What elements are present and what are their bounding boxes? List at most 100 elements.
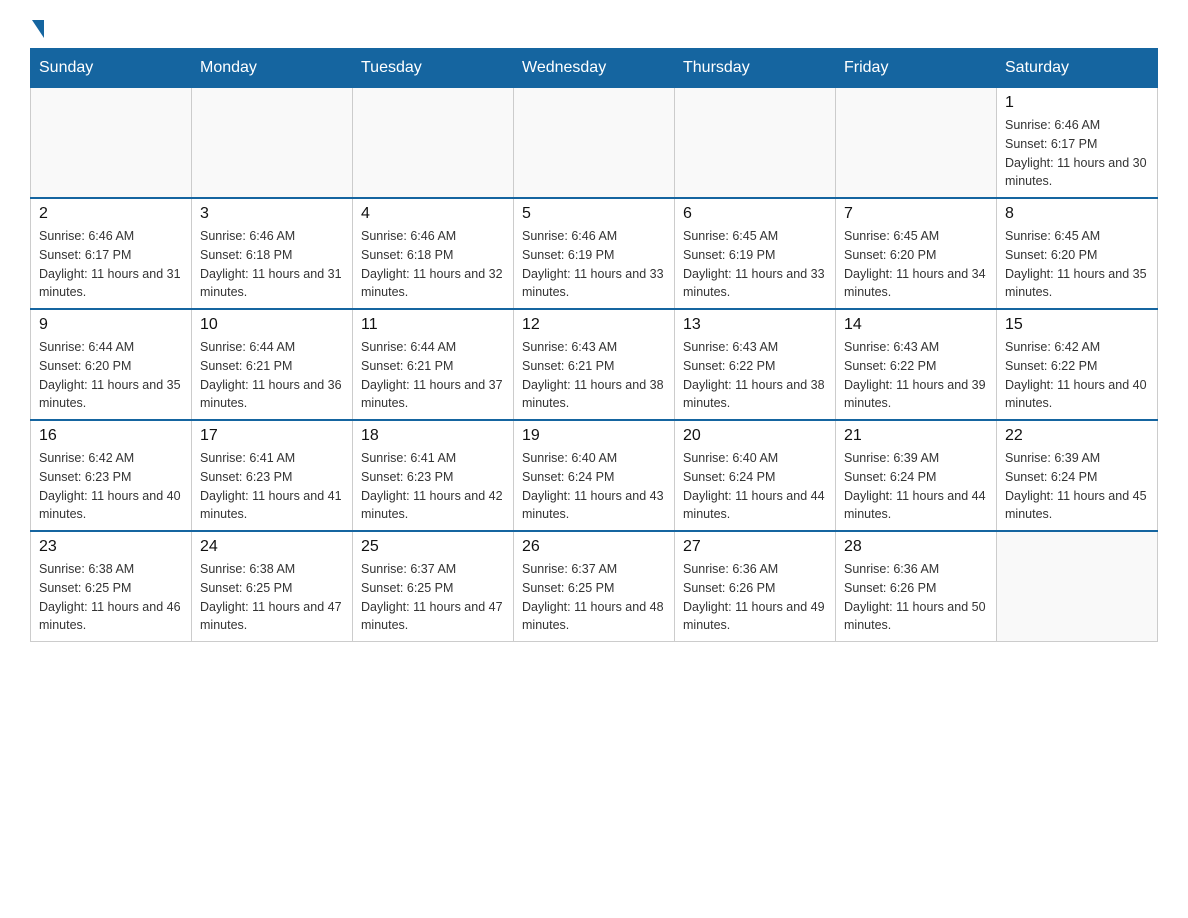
calendar-cell: 13Sunrise: 6:43 AM Sunset: 6:22 PM Dayli… <box>675 309 836 420</box>
calendar-cell: 20 Sunrise: 6:40 AM Sunset: 6:24 PM Dayli… <box>675 420 836 531</box>
day-info: Sunrise: 6:44 AM Sunset: 6:20 PM Dayligh… <box>39 338 183 413</box>
day-info: Sunrise: 6:36 AM Sunset: 6:26 PM Dayligh… <box>683 560 827 635</box>
day-number: 25 <box>361 538 505 556</box>
day-number: 15 <box>1005 316 1149 334</box>
weekday-header-saturday: Saturday <box>997 49 1158 88</box>
calendar-cell: 18 Sunrise: 6:41 AM Sunset: 6:23 PM Dayli… <box>353 420 514 531</box>
day-info: Sunrise: 6:46 AM Sunset: 6:17 PM Dayligh… <box>39 227 183 302</box>
calendar-cell: 28Sunrise: 6:36 AM Sunset: 6:26 PM Dayli… <box>836 531 997 642</box>
logo-arrow-icon <box>32 20 44 38</box>
day-number: 7 <box>844 205 988 223</box>
calendar-cell: 21Sunrise: 6:39 AM Sunset: 6:24 PM Dayli… <box>836 420 997 531</box>
day-info: Sunrise: 6:37 AM Sunset: 6:25 PM Dayligh… <box>361 560 505 635</box>
day-number: 19 <box>522 427 666 445</box>
calendar-cell: 14 Sunrise: 6:43 AM Sunset: 6:22 PM Dayli… <box>836 309 997 420</box>
day-info: Sunrise: 6:43 AM Sunset: 6:21 PM Dayligh… <box>522 338 666 413</box>
calendar-cell <box>997 531 1158 642</box>
day-info: Sunrise: 6:42 AM Sunset: 6:23 PM Dayligh… <box>39 449 183 524</box>
calendar-cell: 12 Sunrise: 6:43 AM Sunset: 6:21 PM Dayli… <box>514 309 675 420</box>
weekday-header-tuesday: Tuesday <box>353 49 514 88</box>
day-info: Sunrise: 6:46 AM Sunset: 6:18 PM Dayligh… <box>200 227 344 302</box>
day-number: 23 <box>39 538 183 556</box>
weekday-header-thursday: Thursday <box>675 49 836 88</box>
calendar-week-row-5: 23 Sunrise: 6:38 AM Sunset: 6:25 PM Dayli… <box>31 531 1158 642</box>
calendar-cell: 9 Sunrise: 6:44 AM Sunset: 6:20 PM Daylig… <box>31 309 192 420</box>
calendar-cell <box>31 88 192 199</box>
day-number: 16 <box>39 427 183 445</box>
day-info: Sunrise: 6:46 AM Sunset: 6:18 PM Dayligh… <box>361 227 505 302</box>
day-info: Sunrise: 6:43 AM Sunset: 6:22 PM Dayligh… <box>844 338 988 413</box>
day-number: 26 <box>522 538 666 556</box>
day-number: 28 <box>844 538 988 556</box>
calendar-cell: 4 Sunrise: 6:46 AM Sunset: 6:18 PM Daylig… <box>353 198 514 309</box>
day-number: 20 <box>683 427 827 445</box>
day-info: Sunrise: 6:38 AM Sunset: 6:25 PM Dayligh… <box>39 560 183 635</box>
day-number: 3 <box>200 205 344 223</box>
calendar-cell: 5 Sunrise: 6:46 AM Sunset: 6:19 PM Daylig… <box>514 198 675 309</box>
calendar-cell: 24 Sunrise: 6:38 AM Sunset: 6:25 PM Dayli… <box>192 531 353 642</box>
calendar-cell <box>675 88 836 199</box>
day-number: 6 <box>683 205 827 223</box>
day-number: 14 <box>844 316 988 334</box>
calendar-cell: 1Sunrise: 6:46 AM Sunset: 6:17 PM Daylig… <box>997 88 1158 199</box>
day-info: Sunrise: 6:40 AM Sunset: 6:24 PM Dayligh… <box>683 449 827 524</box>
day-info: Sunrise: 6:45 AM Sunset: 6:20 PM Dayligh… <box>1005 227 1149 302</box>
calendar-cell: 2 Sunrise: 6:46 AM Sunset: 6:17 PM Daylig… <box>31 198 192 309</box>
day-info: Sunrise: 6:46 AM Sunset: 6:19 PM Dayligh… <box>522 227 666 302</box>
day-info: Sunrise: 6:41 AM Sunset: 6:23 PM Dayligh… <box>200 449 344 524</box>
calendar-week-row-3: 9 Sunrise: 6:44 AM Sunset: 6:20 PM Daylig… <box>31 309 1158 420</box>
calendar-cell <box>836 88 997 199</box>
day-info: Sunrise: 6:42 AM Sunset: 6:22 PM Dayligh… <box>1005 338 1149 413</box>
calendar-cell: 8 Sunrise: 6:45 AM Sunset: 6:20 PM Daylig… <box>997 198 1158 309</box>
day-number: 4 <box>361 205 505 223</box>
weekday-header-sunday: Sunday <box>31 49 192 88</box>
calendar-cell: 27 Sunrise: 6:36 AM Sunset: 6:26 PM Dayli… <box>675 531 836 642</box>
calendar-week-row-4: 16 Sunrise: 6:42 AM Sunset: 6:23 PM Dayli… <box>31 420 1158 531</box>
day-number: 2 <box>39 205 183 223</box>
day-number: 9 <box>39 316 183 334</box>
day-number: 18 <box>361 427 505 445</box>
day-number: 10 <box>200 316 344 334</box>
day-info: Sunrise: 6:38 AM Sunset: 6:25 PM Dayligh… <box>200 560 344 635</box>
day-number: 17 <box>200 427 344 445</box>
weekday-header-friday: Friday <box>836 49 997 88</box>
calendar-cell <box>353 88 514 199</box>
calendar-week-row-2: 2 Sunrise: 6:46 AM Sunset: 6:17 PM Daylig… <box>31 198 1158 309</box>
day-info: Sunrise: 6:40 AM Sunset: 6:24 PM Dayligh… <box>522 449 666 524</box>
day-number: 8 <box>1005 205 1149 223</box>
calendar-cell: 15 Sunrise: 6:42 AM Sunset: 6:22 PM Dayli… <box>997 309 1158 420</box>
day-number: 13 <box>683 316 827 334</box>
calendar-cell: 3 Sunrise: 6:46 AM Sunset: 6:18 PM Daylig… <box>192 198 353 309</box>
calendar-cell: 22 Sunrise: 6:39 AM Sunset: 6:24 PM Dayli… <box>997 420 1158 531</box>
calendar-cell: 26 Sunrise: 6:37 AM Sunset: 6:25 PM Dayli… <box>514 531 675 642</box>
day-info: Sunrise: 6:44 AM Sunset: 6:21 PM Dayligh… <box>361 338 505 413</box>
weekday-header-row: SundayMondayTuesdayWednesdayThursdayFrid… <box>31 49 1158 88</box>
calendar-cell: 6 Sunrise: 6:45 AM Sunset: 6:19 PM Daylig… <box>675 198 836 309</box>
calendar-cell: 16 Sunrise: 6:42 AM Sunset: 6:23 PM Dayli… <box>31 420 192 531</box>
calendar-cell: 25 Sunrise: 6:37 AM Sunset: 6:25 PM Dayli… <box>353 531 514 642</box>
calendar-week-row-1: 1Sunrise: 6:46 AM Sunset: 6:17 PM Daylig… <box>31 88 1158 199</box>
day-info: Sunrise: 6:45 AM Sunset: 6:19 PM Dayligh… <box>683 227 827 302</box>
day-info: Sunrise: 6:45 AM Sunset: 6:20 PM Dayligh… <box>844 227 988 302</box>
calendar-cell <box>192 88 353 199</box>
calendar-cell <box>514 88 675 199</box>
day-number: 5 <box>522 205 666 223</box>
weekday-header-wednesday: Wednesday <box>514 49 675 88</box>
day-info: Sunrise: 6:39 AM Sunset: 6:24 PM Dayligh… <box>1005 449 1149 524</box>
day-number: 24 <box>200 538 344 556</box>
day-info: Sunrise: 6:44 AM Sunset: 6:21 PM Dayligh… <box>200 338 344 413</box>
day-info: Sunrise: 6:37 AM Sunset: 6:25 PM Dayligh… <box>522 560 666 635</box>
calendar-cell: 19 Sunrise: 6:40 AM Sunset: 6:24 PM Dayli… <box>514 420 675 531</box>
day-number: 12 <box>522 316 666 334</box>
logo <box>30 20 46 38</box>
day-number: 27 <box>683 538 827 556</box>
calendar-table: SundayMondayTuesdayWednesdayThursdayFrid… <box>30 48 1158 642</box>
calendar-cell: 7 Sunrise: 6:45 AM Sunset: 6:20 PM Daylig… <box>836 198 997 309</box>
calendar-cell: 17 Sunrise: 6:41 AM Sunset: 6:23 PM Dayli… <box>192 420 353 531</box>
day-number: 21 <box>844 427 988 445</box>
calendar-cell: 11Sunrise: 6:44 AM Sunset: 6:21 PM Dayli… <box>353 309 514 420</box>
day-number: 1 <box>1005 94 1149 112</box>
day-number: 22 <box>1005 427 1149 445</box>
weekday-header-monday: Monday <box>192 49 353 88</box>
day-info: Sunrise: 6:41 AM Sunset: 6:23 PM Dayligh… <box>361 449 505 524</box>
